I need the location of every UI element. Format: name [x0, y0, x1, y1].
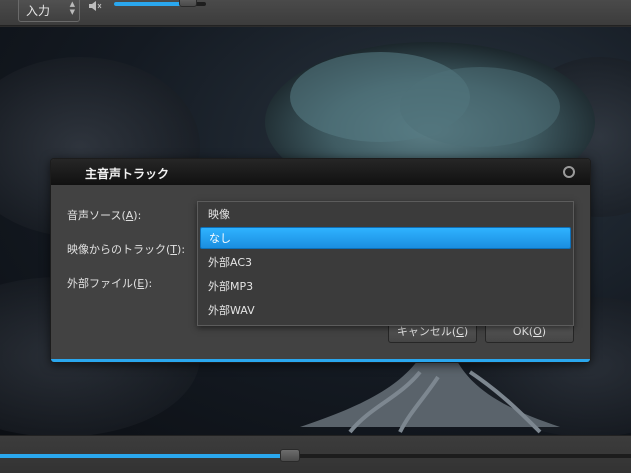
- input-selector[interactable]: 入力 ▲ ▼: [18, 0, 80, 22]
- track-from-video-label: 映像からのトラック(T):: [67, 243, 186, 256]
- top-toolbar: 入力 ▲ ▼: [0, 0, 631, 26]
- dialog-accent-line: [51, 359, 590, 362]
- dropdown-option-selected[interactable]: なし: [200, 227, 571, 249]
- speaker-icon[interactable]: [88, 0, 102, 12]
- spin-up-icon[interactable]: ▲: [70, 0, 75, 8]
- spin-down-icon[interactable]: ▼: [70, 8, 75, 16]
- audio-source-dropdown-list[interactable]: 映像 なし 外部AC3 外部MP3 外部WAV: [197, 201, 574, 326]
- bottom-bar: [0, 435, 631, 473]
- dropdown-option[interactable]: 外部AC3: [200, 252, 571, 274]
- seek-fill: [0, 454, 291, 458]
- volume-handle[interactable]: [178, 0, 197, 7]
- input-selector-label: 入力: [26, 4, 51, 18]
- dialog-title: 主音声トラック: [85, 167, 170, 181]
- external-file-label: 外部ファイル(E):: [67, 277, 153, 290]
- close-icon[interactable]: [563, 166, 575, 178]
- volume-fill: [114, 2, 188, 6]
- dropdown-option[interactable]: 外部MP3: [200, 276, 571, 298]
- audio-source-label: 音声ソース(A):: [67, 209, 142, 222]
- dialog-titlebar: 主音声トラック: [51, 159, 590, 185]
- dropdown-option[interactable]: 外部WAV: [200, 300, 571, 322]
- seek-handle[interactable]: [280, 449, 301, 462]
- seek-slider[interactable]: [0, 454, 631, 458]
- dropdown-option[interactable]: 映像: [200, 204, 571, 226]
